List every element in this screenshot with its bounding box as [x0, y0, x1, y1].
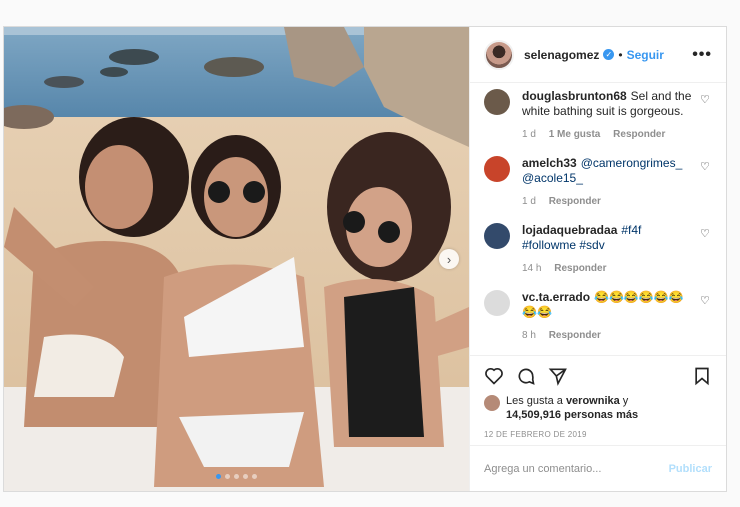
- beach-photo-illustration: [4, 27, 469, 491]
- likes-count[interactable]: 14,509,916 personas más: [506, 409, 638, 421]
- commenter-username[interactable]: amelch33: [522, 156, 577, 170]
- heart-icon[interactable]: ♡: [700, 93, 712, 142]
- author-username[interactable]: selenagomez: [524, 48, 599, 62]
- comment-item: lojadaquebradaa #f4f #followme #sdv 14 h …: [484, 223, 712, 276]
- post-date: 12 DE FEBRERO DE 2019: [484, 430, 587, 439]
- commenter-avatar[interactable]: [484, 156, 510, 182]
- reply-button[interactable]: Responder: [554, 263, 606, 274]
- likes-prefix: Les gusta a: [506, 395, 566, 407]
- instagram-post: › selenagomez ✓ • Seguir ••• douglasbrun…: [3, 26, 727, 492]
- comment-meta: 14 h Responder: [522, 261, 692, 276]
- carousel-next-button[interactable]: ›: [439, 249, 459, 269]
- carousel-dot: [252, 474, 257, 479]
- post-actions: Les gusta a verownika y 14,509,916 perso…: [470, 355, 726, 445]
- comment-likes-count[interactable]: 1 Me gusta: [549, 129, 601, 140]
- comments-list: douglasbrunton68 Sel and the white bathin…: [470, 83, 726, 355]
- carousel-dot: [225, 474, 230, 479]
- heart-icon[interactable]: ♡: [700, 294, 712, 343]
- post-sidebar: selenagomez ✓ • Seguir ••• douglasbrunto…: [469, 27, 726, 491]
- comment-item: vc.ta.errado 😂😂😂😂😂😂😂😂 8 h Responder ♡: [484, 290, 712, 343]
- commenter-username[interactable]: vc.ta.errado: [522, 290, 590, 304]
- publish-button[interactable]: Publicar: [669, 463, 712, 475]
- comment-time: 14 h: [522, 263, 542, 274]
- carousel-dot: [234, 474, 239, 479]
- carousel-dot: [216, 474, 221, 479]
- commenter-username[interactable]: lojadaquebradaa: [522, 223, 617, 237]
- liker-username[interactable]: verownika: [566, 395, 620, 407]
- commenter-avatar[interactable]: [484, 89, 510, 115]
- follow-button[interactable]: Seguir: [627, 48, 664, 62]
- post-photo[interactable]: ›: [4, 27, 469, 491]
- chevron-right-icon: ›: [446, 251, 452, 267]
- heart-icon[interactable]: ♡: [700, 160, 712, 209]
- author-avatar[interactable]: [484, 39, 514, 70]
- post-header: selenagomez ✓ • Seguir •••: [470, 27, 726, 83]
- reply-button[interactable]: Responder: [549, 196, 601, 207]
- verified-badge-icon: ✓: [603, 49, 615, 60]
- comment-icon[interactable]: [516, 366, 536, 386]
- more-options-icon[interactable]: •••: [692, 46, 712, 64]
- action-icons: [484, 364, 712, 388]
- reply-button[interactable]: Responder: [549, 330, 601, 341]
- comment-time: 1 d: [522, 196, 536, 207]
- comment-meta: 1 d Responder: [522, 194, 692, 209]
- add-comment-bar: Agrega un comentario... Publicar: [470, 445, 726, 491]
- liker-avatar: [484, 395, 500, 411]
- carousel-indicator: [4, 474, 469, 479]
- likes-middle: y: [619, 395, 629, 407]
- comment-input[interactable]: Agrega un comentario...: [484, 463, 601, 475]
- comment-time: 1 d: [522, 129, 536, 140]
- heart-icon[interactable]: ♡: [700, 227, 712, 276]
- commenter-avatar[interactable]: [484, 223, 510, 249]
- bookmark-icon[interactable]: [692, 366, 712, 386]
- comment-meta: 8 h Responder: [522, 328, 692, 343]
- comment-item: douglasbrunton68 Sel and the white bathin…: [484, 89, 712, 142]
- carousel-dot: [243, 474, 248, 479]
- comment-meta: 1 d 1 Me gusta Responder: [522, 127, 692, 142]
- likes-summary: Les gusta a verownika y 14,509,916 perso…: [484, 394, 712, 422]
- heart-icon[interactable]: [484, 366, 504, 386]
- reply-button[interactable]: Responder: [613, 129, 665, 140]
- comment-item: amelch33 @camerongrimes_ @acole15_ 1 d Re…: [484, 156, 712, 209]
- separator-dot: •: [618, 47, 623, 62]
- commenter-username[interactable]: douglasbrunton68: [522, 89, 627, 103]
- share-icon[interactable]: [548, 366, 568, 386]
- commenter-avatar[interactable]: [484, 290, 510, 316]
- comment-time: 8 h: [522, 330, 536, 341]
